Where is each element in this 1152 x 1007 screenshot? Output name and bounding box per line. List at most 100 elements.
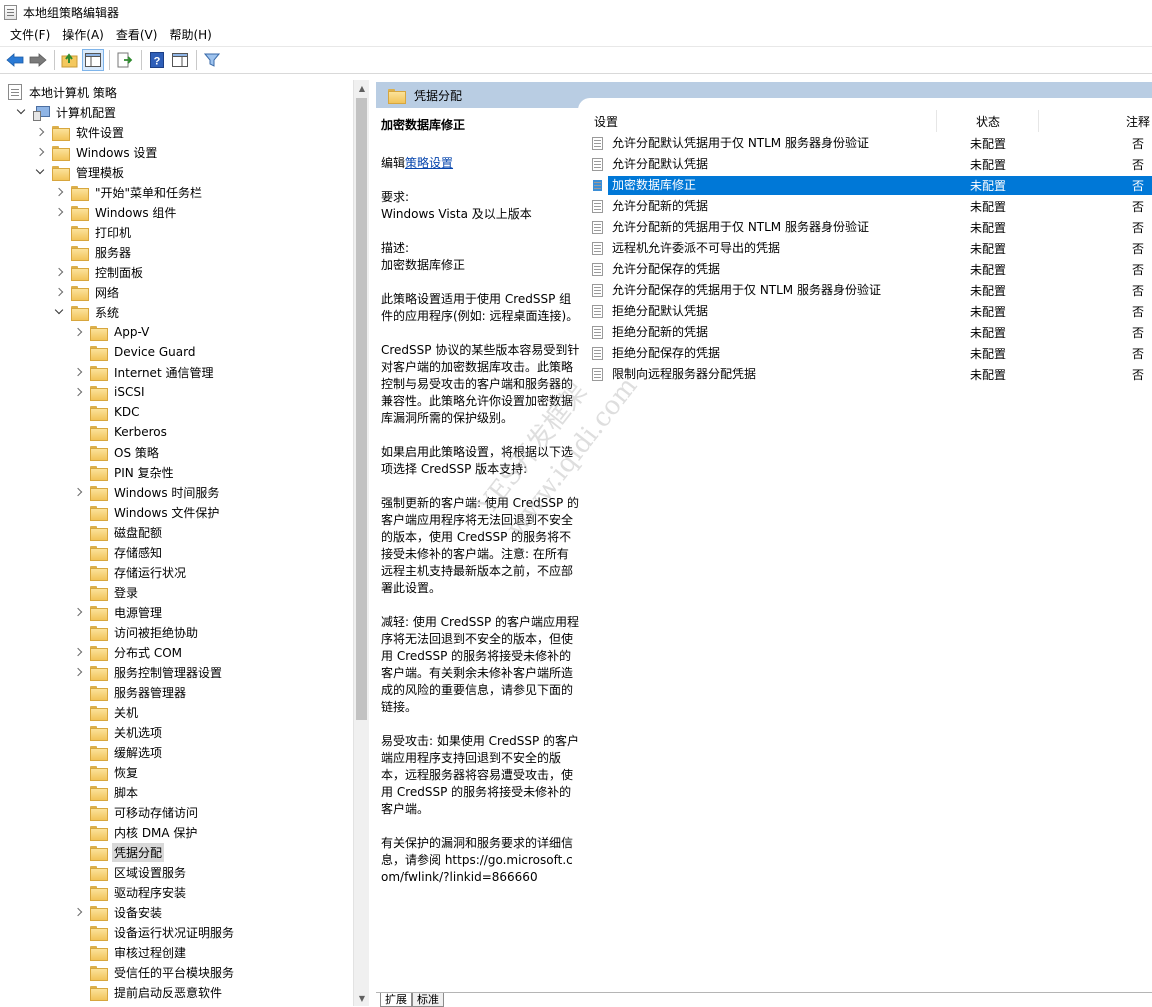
tree-item[interactable]: 设备安装 bbox=[73, 902, 164, 922]
tree-item[interactable]: 打印机 bbox=[54, 222, 133, 242]
menu-view[interactable]: 查看(V) bbox=[110, 25, 164, 45]
tree-label: 凭据分配 bbox=[112, 842, 165, 862]
tree-item[interactable]: Device Guard bbox=[73, 342, 197, 362]
menu-action[interactable]: 操作(A) bbox=[56, 25, 110, 45]
table-row[interactable]: 加密数据库修正 未配置 否 bbox=[592, 175, 1152, 196]
filter-icon[interactable] bbox=[201, 49, 223, 71]
chevron-right-icon[interactable] bbox=[73, 607, 83, 617]
table-row[interactable]: 拒绝分配新的凭据 未配置 否 bbox=[592, 322, 1152, 343]
table-row[interactable]: 限制向远程服务器分配凭据 未配置 否 bbox=[592, 364, 1152, 385]
tree-root[interactable]: 本地计算机 策略 bbox=[8, 82, 119, 102]
tree-item[interactable]: 存储感知 bbox=[73, 542, 164, 562]
chevron-right-icon[interactable] bbox=[73, 667, 83, 677]
table-row[interactable]: 允许分配保存的凭据 未配置 否 bbox=[592, 259, 1152, 280]
scroll-thumb[interactable] bbox=[356, 98, 367, 720]
chevron-down-icon[interactable] bbox=[16, 107, 26, 117]
tree-item[interactable]: Windows 设置 bbox=[35, 142, 159, 162]
tree-item[interactable]: 凭据分配 bbox=[73, 842, 165, 862]
column-setting[interactable]: 设置 bbox=[594, 113, 618, 130]
properties-view-icon[interactable] bbox=[169, 49, 191, 71]
back-icon[interactable] bbox=[4, 49, 26, 71]
tree-item[interactable]: 设备运行状况证明服务 bbox=[73, 922, 236, 942]
tree-item[interactable]: PIN 复杂性 bbox=[73, 462, 176, 482]
tree-scrollbar[interactable]: ▲ ▼ bbox=[353, 80, 369, 1006]
export-list-icon[interactable] bbox=[114, 49, 136, 71]
tree-item[interactable]: 登录 bbox=[73, 582, 140, 602]
show-hide-tree-icon[interactable] bbox=[82, 49, 104, 71]
tree-item[interactable]: 驱动程序安装 bbox=[73, 882, 188, 902]
chevron-right-icon[interactable] bbox=[54, 187, 64, 197]
tab-extended[interactable]: 扩展 bbox=[380, 993, 412, 1007]
tree-item[interactable]: 关机选项 bbox=[73, 722, 164, 742]
tab-standard[interactable]: 标准 bbox=[412, 993, 444, 1007]
chevron-right-icon[interactable] bbox=[73, 907, 83, 917]
menu-help[interactable]: 帮助(H) bbox=[163, 25, 217, 45]
tree-item[interactable]: Kerberos bbox=[73, 422, 169, 442]
edit-policy-link[interactable]: 策略设置 bbox=[405, 156, 453, 170]
chevron-down-icon[interactable] bbox=[35, 167, 45, 177]
chevron-right-icon[interactable] bbox=[73, 387, 83, 397]
chevron-right-icon[interactable] bbox=[54, 267, 64, 277]
forward-icon[interactable] bbox=[27, 49, 49, 71]
tree-item[interactable]: 服务器 bbox=[54, 242, 133, 262]
tree-item[interactable]: 软件设置 bbox=[35, 122, 126, 142]
tree-item[interactable]: 电源管理 bbox=[73, 602, 164, 622]
scroll-down-icon[interactable]: ▼ bbox=[354, 990, 370, 1006]
tree-item[interactable]: 提前启动反恶意软件 bbox=[73, 982, 224, 1002]
chevron-right-icon[interactable] bbox=[73, 367, 83, 377]
tree-item[interactable]: 服务器管理器 bbox=[73, 682, 188, 702]
tree-item[interactable]: Windows 组件 bbox=[54, 202, 178, 222]
help-icon[interactable]: ? bbox=[146, 49, 168, 71]
tree-item[interactable]: 服务控制管理器设置 bbox=[73, 662, 224, 682]
tree-item[interactable]: 缓解选项 bbox=[73, 742, 164, 762]
chevron-right-icon[interactable] bbox=[73, 327, 83, 337]
table-row[interactable]: 拒绝分配保存的凭据 未配置 否 bbox=[592, 343, 1152, 364]
tree-item[interactable]: 磁盘配额 bbox=[73, 522, 164, 542]
tree-item[interactable]: 关机 bbox=[73, 702, 140, 722]
tree-item[interactable]: 网络 bbox=[54, 282, 121, 302]
chevron-right-icon[interactable] bbox=[54, 207, 64, 217]
chevron-right-icon[interactable] bbox=[35, 127, 45, 137]
tree-item[interactable]: 恢复 bbox=[73, 762, 140, 782]
tree-item[interactable]: 分布式 COM bbox=[73, 642, 184, 662]
tree-item[interactable]: 系统 bbox=[54, 302, 121, 322]
tree-item[interactable]: 管理模板 bbox=[35, 162, 126, 182]
tree-item[interactable]: Internet 通信管理 bbox=[73, 362, 215, 382]
menu-file[interactable]: 文件(F) bbox=[4, 25, 56, 45]
tree-item[interactable]: KDC bbox=[73, 402, 142, 422]
tree-item[interactable]: iSCSI bbox=[73, 382, 147, 402]
table-row[interactable]: 允许分配默认凭据用于仅 NTLM 服务器身份验证 未配置 否 bbox=[592, 133, 1152, 154]
tree-item[interactable]: 存储运行状况 bbox=[73, 562, 188, 582]
tree-item[interactable]: OS 策略 bbox=[73, 442, 161, 462]
column-divider[interactable] bbox=[936, 110, 937, 132]
table-row[interactable]: 允许分配保存的凭据用于仅 NTLM 服务器身份验证 未配置 否 bbox=[592, 280, 1152, 301]
tree-item[interactable]: 脚本 bbox=[73, 782, 140, 802]
chevron-right-icon[interactable] bbox=[73, 647, 83, 657]
column-divider[interactable] bbox=[1038, 110, 1039, 132]
tree-item[interactable]: 内核 DMA 保护 bbox=[73, 822, 199, 842]
table-row[interactable]: 允许分配默认凭据 未配置 否 bbox=[592, 154, 1152, 175]
tree-item[interactable]: 访问被拒绝协助 bbox=[73, 622, 200, 642]
scroll-up-icon[interactable]: ▲ bbox=[354, 80, 370, 96]
tree-item[interactable]: Windows 文件保护 bbox=[73, 502, 221, 522]
tree-item[interactable]: 受信任的平台模块服务 bbox=[73, 962, 236, 982]
table-row[interactable]: 拒绝分配默认凭据 未配置 否 bbox=[592, 301, 1152, 322]
chevron-right-icon[interactable] bbox=[54, 287, 64, 297]
tree-item[interactable]: 审核过程创建 bbox=[73, 942, 188, 962]
chevron-right-icon[interactable] bbox=[73, 487, 83, 497]
column-note[interactable]: 注释 bbox=[1126, 113, 1150, 130]
table-row[interactable]: 远程机允许委派不可导出的凭据 未配置 否 bbox=[592, 238, 1152, 259]
tree-item[interactable]: 计算机配置 bbox=[16, 102, 118, 122]
tree-item[interactable]: 区域设置服务 bbox=[73, 862, 188, 882]
tree-item[interactable]: App-V bbox=[73, 322, 151, 342]
table-row[interactable]: 允许分配新的凭据用于仅 NTLM 服务器身份验证 未配置 否 bbox=[592, 217, 1152, 238]
table-row[interactable]: 允许分配新的凭据 未配置 否 bbox=[592, 196, 1152, 217]
column-state[interactable]: 状态 bbox=[976, 113, 1000, 130]
tree-item[interactable]: 控制面板 bbox=[54, 262, 145, 282]
tree-item[interactable]: Windows 时间服务 bbox=[73, 482, 221, 502]
tree-item[interactable]: 可移动存储访问 bbox=[73, 802, 200, 822]
tree-item[interactable]: "开始"菜单和任务栏 bbox=[54, 182, 204, 202]
chevron-down-icon[interactable] bbox=[54, 307, 64, 317]
up-folder-icon[interactable] bbox=[59, 49, 81, 71]
chevron-right-icon[interactable] bbox=[35, 147, 45, 157]
